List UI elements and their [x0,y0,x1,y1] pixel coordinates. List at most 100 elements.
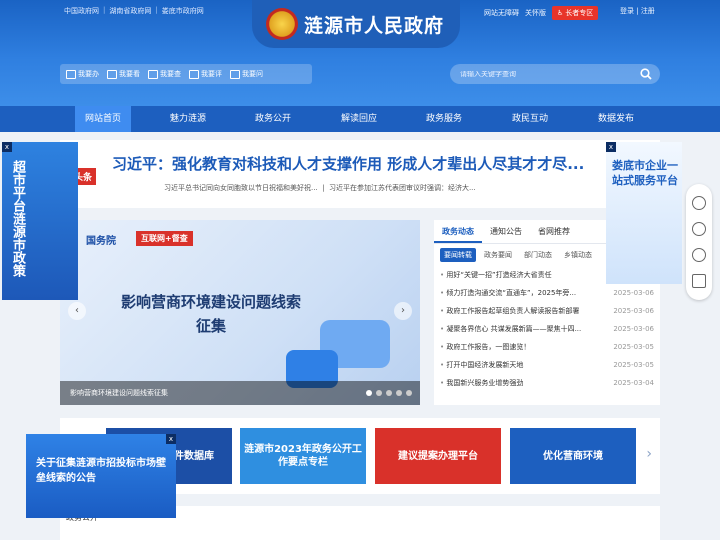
quick-link-label: 我要看 [119,70,140,78]
list-item[interactable]: 政府工作报告，一图速览！ 2025-03-05 [440,338,654,356]
news-date: 2025-03-04 [613,379,654,387]
slider-dots [366,390,412,396]
accessibility-icon[interactable] [692,196,706,210]
headline-box [60,140,660,208]
nav-data-release[interactable]: 数据发布 [588,106,644,132]
side-toolbar [686,184,712,300]
headline-sub-link[interactable]: 习近平在参加江苏代表团审议时强调：经济大... [329,184,476,192]
top-right-links: 网站无障碍 关怀版 ♿ 长者专区 [484,6,599,20]
quick-link-label: 我要查 [160,70,181,78]
float-bottom-text: 关于征集涟源市招投标市场壁垒线索的公告 [36,458,166,484]
image-slider[interactable]: 国务院 互联网+督查 影响营商环境建设问题线索征集 ‹ › 影响营商环境建设问题… [60,220,420,405]
slider-tag-state-council: 国务院 [86,236,116,247]
headline-title[interactable]: 习近平：强化教育对科技和人才支撑作用 形成人才辈出人尽其才才尽... [112,153,584,174]
quick-link-handle[interactable]: 我要办 [66,69,99,79]
slider-dot[interactable] [366,390,372,396]
nav-interpretation[interactable]: 解读回应 [331,106,387,132]
list-item[interactable]: 我国新兴服务业增势强劲 2025-03-04 [440,374,654,392]
rating-icon [189,69,199,79]
slider-dot[interactable] [396,390,402,396]
accessible-link[interactable]: 网站无障碍 [484,8,519,18]
search-bar [450,64,660,84]
quick-link-query[interactable]: 我要查 [148,69,181,79]
news-date: 2025-03-06 [613,289,654,297]
close-icon[interactable]: x [2,142,12,152]
header: 中国政府网 | 湖南省政府网 | 娄底市政府网 涟源市人民政府 网站无障碍 关怀版 … [0,0,720,106]
site-logo[interactable]: 涟源市人民政府 [252,0,460,48]
nav-interaction[interactable]: 政民互动 [502,106,558,132]
quick-link-evaluate[interactable]: 我要评 [189,69,222,79]
nav-charm-lianyuan[interactable]: 魅力涟源 [160,106,216,132]
subtab-reprint[interactable]: 要闻转载 [440,248,476,262]
subtab-dept-news[interactable]: 部门动态 [520,248,556,262]
site-title: 涟源市人民政府 [304,14,445,37]
slider-next-button[interactable]: › [394,302,412,320]
list-item[interactable]: 凝聚各界信心 共谋发展新篇——聚焦十四... 2025-03-06 [440,320,654,338]
news-title: 我国新兴服务业增势强劲 [440,374,600,392]
weibo-icon[interactable] [692,222,706,236]
login-link[interactable]: 登录 [620,7,634,15]
subtab-town-news[interactable]: 乡镇动态 [560,248,596,262]
banner-next-icon[interactable]: › [646,446,652,462]
quick-link-label: 我要问 [242,70,263,78]
banner-business-env[interactable]: 优化营商环境 [510,428,636,484]
care-link[interactable]: 关怀版 [525,8,546,18]
elder-zone-button[interactable]: ♿ 长者专区 [552,6,599,20]
close-icon[interactable]: x [606,142,616,152]
float-ad-right[interactable]: x 娄底市企业一站式服务平台 [606,142,682,284]
slider-dot[interactable] [406,390,412,396]
link-loudi-gov[interactable]: 娄底市政府网 [162,6,204,16]
news-date: 2025-03-05 [613,343,654,351]
tab-gov-news[interactable]: 政务动态 [434,220,482,243]
news-title: 倾力打造沟通交流“直通车”，2025年旁... [440,284,600,302]
tab-notices[interactable]: 通知公告 [482,220,530,243]
search-input[interactable] [460,70,630,78]
list-item[interactable]: 打开中国经济发展新天地 2025-03-05 [440,356,654,374]
news-title: 用好“关键一招”打造经济大省责任 [440,266,600,284]
list-item[interactable]: 政府工作报告起草组负责人解读报告新部署 2025-03-06 [440,302,654,320]
wechat-icon[interactable] [692,248,706,262]
float-ad-bottom[interactable]: x 关于征集涟源市招投标市场壁垒线索的公告 [26,434,176,518]
top-links: 中国政府网 | 湖南省政府网 | 娄底市政府网 [64,6,204,16]
banner-proposal-platform[interactable]: 建议提案办理平台 [375,428,501,484]
headline-subs: 习近平总书记同向女同胞致以节日祝福和美好祝... | 习近平在参加江苏代表团审议… [164,184,476,192]
news-title: 打开中国经济发展新天地 [440,356,600,374]
link-gov-cn[interactable]: 中国政府网 [64,6,99,16]
quick-links: 我要办 我要看 我要查 我要评 我要问 [60,64,312,84]
quick-link-view[interactable]: 我要看 [107,69,140,79]
headline-sub-link[interactable]: 习近平总书记同向女同胞致以节日祝福和美好祝... [164,184,318,192]
slider-dot[interactable] [376,390,382,396]
quick-link-label: 我要办 [78,70,99,78]
news-title: 凝聚各界信心 共谋发展新篇——聚焦十四... [440,320,600,338]
mobile-icon[interactable] [692,274,706,288]
slider-tag-inspection: 互联网+督查 [136,231,193,246]
list-item[interactable]: 倾力打造沟通交流“直通车”，2025年旁... 2025-03-06 [440,284,654,302]
search-icon[interactable] [640,68,652,80]
book-icon [107,69,117,79]
float-right-text: 娄底市企业一站式服务平台 [612,159,678,187]
register-link[interactable]: 注册 [641,7,655,15]
slider-dot[interactable] [386,390,392,396]
nav-home[interactable]: 网站首页 [75,106,131,132]
nav-gov-service[interactable]: 政务服务 [416,106,472,132]
close-icon[interactable]: x [166,434,176,444]
news-title: 政府工作报告，一图速览！ [440,338,600,356]
news-date: 2025-03-06 [613,325,654,333]
news-date: 2025-03-06 [613,307,654,315]
subtab-gov-news[interactable]: 政务要闻 [480,248,516,262]
quick-link-label: 我要评 [201,70,222,78]
elder-label: 长者专区 [565,9,594,17]
float-ad-left[interactable]: x 超市平台涟源市政策 [2,142,78,300]
elder-icon: ♿ [557,9,564,17]
main-nav: 网站首页 魅力涟源 政务公开 解读回应 政务服务 政民互动 数据发布 [0,106,720,132]
national-emblem-icon [266,8,298,40]
news-title: 政府工作报告起草组负责人解读报告新部署 [440,302,600,320]
banner-2023-gov-open[interactable]: 涟源市2023年政务公开工作要点专栏 [240,428,366,484]
quick-link-ask[interactable]: 我要问 [230,69,263,79]
link-hunan-gov[interactable]: 湖南省政府网 [109,6,151,16]
chat-icon [230,69,240,79]
nav-gov-affairs-open[interactable]: 政务公开 [245,106,301,132]
slider-prev-button[interactable]: ‹ [68,302,86,320]
tab-province-recommend[interactable]: 省网推荐 [530,220,578,243]
slider-title: 影响营商环境建设问题线索征集 [120,293,301,335]
